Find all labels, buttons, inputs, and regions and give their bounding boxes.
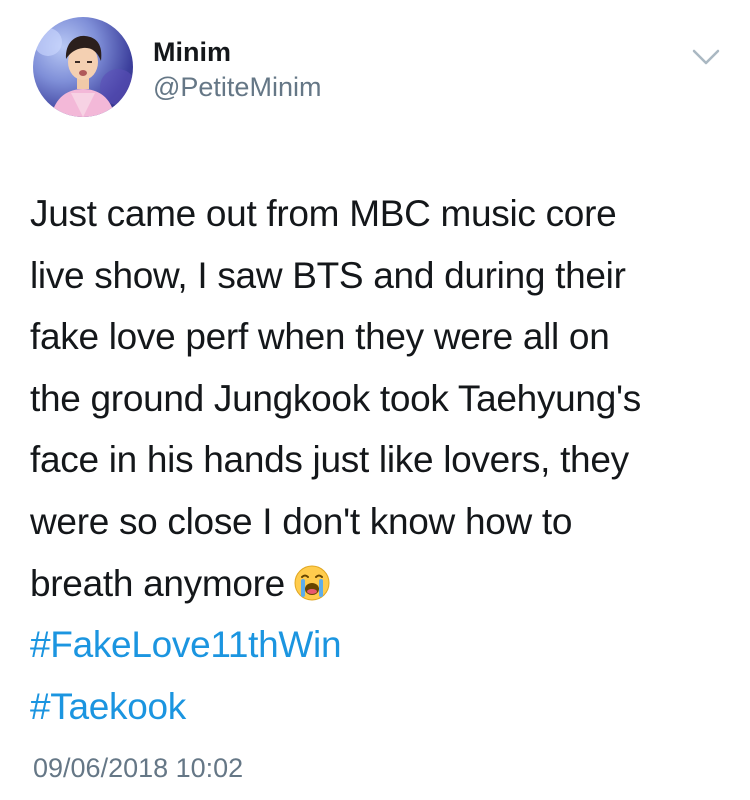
- author-block[interactable]: Minim @PetiteMinim: [153, 37, 321, 104]
- chevron-down-icon-graphic: [692, 49, 720, 65]
- tweet-card: Minim @PetiteMinim Just came out from MB…: [0, 0, 750, 800]
- tweet-timestamp[interactable]: 09/06/2018 10:02: [33, 753, 243, 783]
- loudly-crying-face-icon: [293, 559, 331, 601]
- hashtag-link[interactable]: #FakeLove11thWin: [30, 614, 730, 676]
- tweet-text-line: the ground Jungkook took Taehyung's: [30, 377, 641, 419]
- loudly-crying-face-icon-graphic: [294, 565, 330, 601]
- tweet-text-line: live show, I saw BTS and during their: [30, 254, 626, 296]
- tweet-text-line-last: breath anymore: [30, 553, 730, 615]
- avatar[interactable]: [33, 17, 133, 117]
- profile-photo: [34, 28, 133, 117]
- tweet-text-line: face in his hands just like lovers, they: [30, 439, 629, 481]
- tweet-text-fragment: breath anymore: [30, 562, 285, 604]
- tweet-text-line: Just came out from MBC music core: [30, 193, 617, 234]
- hashtag-link[interactable]: #Taekook: [30, 676, 730, 738]
- tweet-text-line: were so close I don't know how to: [30, 500, 573, 542]
- tweet-text: Just came out from MBC music core live s…: [30, 183, 730, 737]
- display-name[interactable]: Minim: [153, 37, 321, 67]
- user-handle[interactable]: @PetiteMinim: [153, 70, 321, 104]
- tweet-text-line: fake love perf when they were all on: [30, 316, 610, 358]
- chevron-down-icon[interactable]: [690, 45, 722, 69]
